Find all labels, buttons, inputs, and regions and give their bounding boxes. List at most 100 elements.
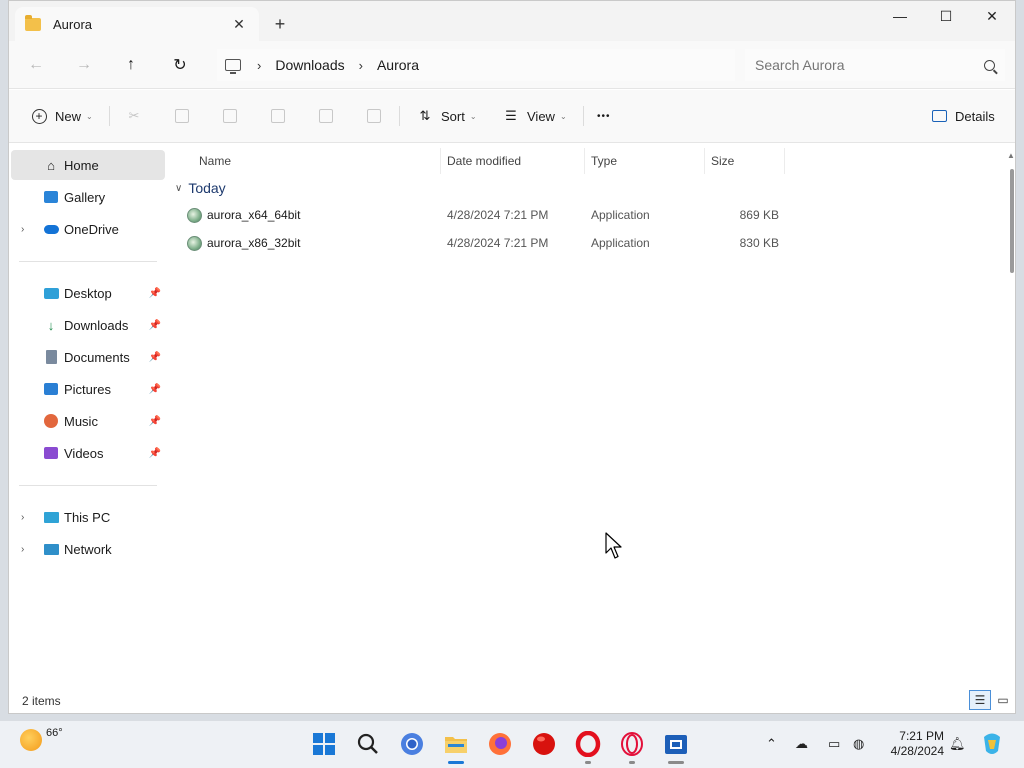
chevron-right-icon[interactable]: › [21, 512, 24, 523]
details-label: Details [955, 108, 995, 124]
search-taskbar-button[interactable] [353, 729, 383, 759]
file-explorer-app[interactable] [441, 729, 471, 759]
pin-icon: 📌 [148, 287, 161, 299]
taskbar: 66° ⌃ ☁ ▭ ◍ 7:21 PM 4/28/2024 🔔︎ [0, 720, 1024, 768]
cut-button[interactable]: ✂ [124, 104, 150, 128]
divider [399, 106, 400, 126]
sort-button[interactable]: ⇅ Sort ⌄ [415, 104, 477, 128]
start-button[interactable] [309, 729, 339, 759]
firefox-icon [489, 733, 511, 755]
title-bar: Aurora ✕ + — ☐ ✕ [9, 1, 1015, 41]
search-input[interactable] [755, 57, 965, 73]
view-icon: ☰ [505, 108, 517, 123]
tab-aurora[interactable]: Aurora ✕ [15, 7, 259, 41]
nav-item-videos[interactable]: Videos 📌 [11, 438, 165, 468]
pin-icon: 📌 [148, 415, 161, 427]
display-icon[interactable]: ▭ [828, 736, 840, 752]
chevron-right-icon[interactable]: › [21, 544, 24, 555]
share-button[interactable] [316, 104, 342, 128]
browser-icon [401, 733, 423, 755]
nav-item-desktop[interactable]: Desktop 📌 [11, 278, 165, 308]
divider [19, 261, 157, 262]
forward-button[interactable]: → [72, 53, 96, 77]
address-box[interactable]: › Downloads › Aurora [217, 49, 735, 81]
weather-widget[interactable]: 66° [20, 727, 63, 751]
column-header-type[interactable]: Type [585, 148, 705, 174]
column-header-size[interactable]: Size [705, 148, 785, 174]
nav-item-label: Downloads [64, 317, 129, 333]
nav-item-label: This PC [64, 509, 111, 525]
clock-date: 4/28/2024 [890, 744, 944, 758]
nav-item-label: Desktop [64, 285, 112, 301]
chevron-up-icon[interactable]: ⌃ [766, 736, 777, 752]
pictures-icon [43, 381, 59, 397]
firefox-app[interactable] [485, 729, 515, 759]
more-options-button[interactable]: ••• [597, 104, 611, 128]
opera-gx-app[interactable] [617, 729, 647, 759]
breadcrumb-aurora[interactable]: Aurora [377, 57, 419, 73]
gallery-icon [43, 189, 59, 205]
file-row[interactable]: aurora_x64_64bit 4/28/2024 7:21 PM Appli… [183, 202, 787, 228]
new-tab-button[interactable]: + [269, 13, 291, 35]
delete-icon [364, 106, 384, 126]
nav-item-pictures[interactable]: Pictures 📌 [11, 374, 165, 404]
nav-item-label: Videos [64, 445, 104, 461]
file-row[interactable]: aurora_x86_32bit 4/28/2024 7:21 PM Appli… [183, 230, 787, 256]
nav-item-onedrive[interactable]: › OneDrive [11, 214, 165, 244]
network-tray-icon[interactable]: ◍ [853, 736, 864, 752]
nav-item-documents[interactable]: Documents 📌 [11, 342, 165, 372]
breadcrumb-downloads[interactable]: Downloads [275, 57, 344, 73]
details-view-button[interactable]: ☰ [969, 690, 991, 710]
maximize-button[interactable]: ☐ [923, 1, 969, 31]
tiles-view-button[interactable]: ▭ [992, 690, 1014, 710]
new-button[interactable]: + New ⌄ [29, 104, 93, 128]
column-header-name[interactable]: Name [193, 148, 441, 174]
chevron-right-icon[interactable]: › [359, 58, 363, 73]
nav-item-network[interactable]: › Network [11, 534, 165, 564]
application-icon [187, 208, 202, 223]
view-button[interactable]: ☰ View ⌄ [501, 104, 566, 128]
address-bar-row: ← → ↑ ↻ › Downloads › Aurora [9, 41, 1015, 89]
onedrive-offline-icon[interactable]: ☁ [795, 736, 808, 752]
nav-item-gallery[interactable]: Gallery [11, 182, 165, 212]
close-tab-button[interactable]: ✕ [229, 14, 249, 34]
chevron-right-icon[interactable]: › [21, 224, 24, 235]
store-app[interactable] [661, 729, 691, 759]
close-window-button[interactable]: ✕ [969, 1, 1015, 31]
minimize-button[interactable]: — [877, 1, 923, 31]
refresh-button[interactable]: ↻ [168, 53, 192, 77]
scroll-up-arrow[interactable]: ▲ [1007, 151, 1015, 161]
back-button[interactable]: ← [24, 53, 48, 77]
column-header-date-label: Date modified [447, 154, 522, 168]
rename-button[interactable] [268, 104, 294, 128]
up-button[interactable]: ↑ [119, 53, 143, 77]
status-bar: 2 items ☰ ▭ [9, 690, 1015, 713]
bell-icon[interactable]: 🔔︎ [949, 736, 966, 752]
pin-icon: 📌 [148, 447, 161, 459]
nav-item-downloads[interactable]: ↓ Downloads 📌 [11, 310, 165, 340]
copilot-button[interactable] [977, 729, 1007, 759]
delete-button[interactable] [364, 104, 390, 128]
nav-item-this-pc[interactable]: › This PC [11, 502, 165, 532]
running-app-indicator [629, 761, 635, 764]
details-button[interactable]: Details [929, 104, 995, 128]
tab-title: Aurora [53, 16, 93, 32]
scrollbar-thumb[interactable] [1010, 169, 1014, 273]
nav-item-music[interactable]: Music 📌 [11, 406, 165, 436]
clock[interactable]: 7:21 PM 4/28/2024 [884, 729, 944, 759]
opera-app[interactable] [573, 729, 603, 759]
copy-button[interactable] [172, 104, 198, 128]
navigation-pane: ⌂ Home Gallery › OneDrive Desktop 📌 ↓ Do… [9, 144, 165, 691]
column-header-date[interactable]: Date modified [441, 148, 585, 174]
group-header-today[interactable]: ∨ Today [175, 178, 226, 198]
red-ball-icon [533, 733, 555, 755]
paste-button[interactable] [220, 104, 246, 128]
chevron-right-icon[interactable]: › [257, 58, 261, 73]
nav-item-label: Home [64, 157, 99, 173]
file-date: 4/28/2024 7:21 PM [447, 208, 549, 222]
chrome-app[interactable] [397, 729, 427, 759]
search-box[interactable] [745, 49, 1005, 81]
nav-item-home[interactable]: ⌂ Home [11, 150, 165, 180]
music-icon [43, 413, 59, 429]
red-ball-app[interactable] [529, 729, 559, 759]
